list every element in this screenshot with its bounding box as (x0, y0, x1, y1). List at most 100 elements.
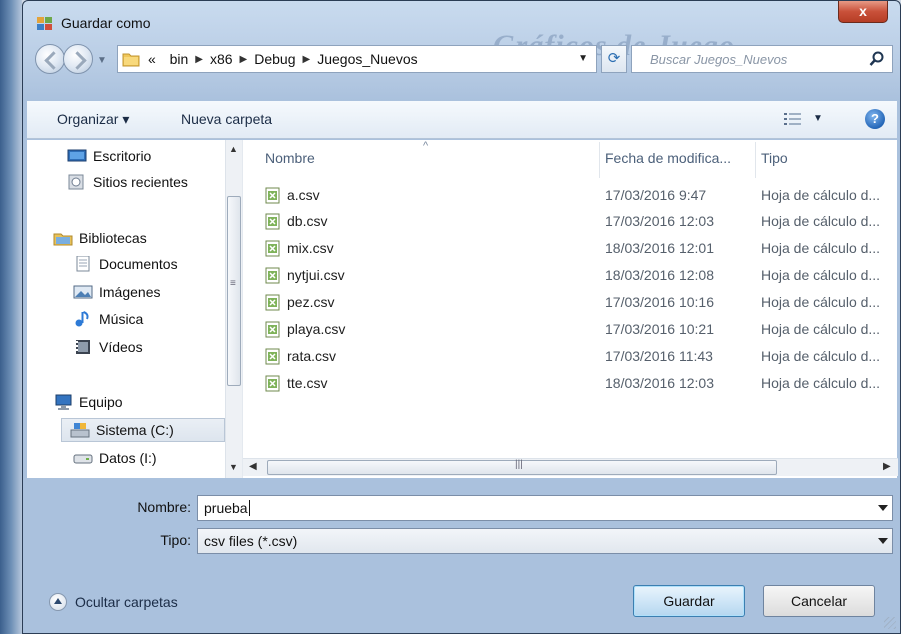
forward-button[interactable] (63, 44, 93, 74)
file-date: 18/03/2016 12:01 (605, 240, 714, 256)
column-header-type[interactable]: Tipo (761, 150, 788, 166)
libraries-icon (53, 233, 73, 246)
scroll-down-icon[interactable]: ▼ (229, 462, 238, 472)
sidebar-item-documentos[interactable]: Documentos (73, 252, 242, 276)
file-row[interactable]: nytjui.csv 18/03/2016 12:08 Hoja de cálc… (243, 264, 898, 288)
sidebar-item-bibliotecas[interactable]: Bibliotecas (53, 226, 242, 250)
sidebar-scrollbar[interactable]: ▲ ≡ ▼ (225, 140, 242, 478)
file-type-select[interactable]: csv files (*.csv) (197, 528, 893, 554)
file-row[interactable]: tte.csv 18/03/2016 12:03 Hoja de cálculo… (243, 372, 898, 396)
desktop-icon (67, 149, 87, 162)
new-folder-button[interactable]: Nueva carpeta (181, 111, 272, 127)
file-name-label: Nombre: (137, 499, 191, 515)
breadcrumb-overflow[interactable]: « (148, 51, 156, 67)
file-date: 18/03/2016 12:08 (605, 267, 714, 283)
column-header-name[interactable]: Nombre (265, 150, 315, 166)
file-name-value: prueba (204, 500, 248, 516)
sidebar-item-equipo[interactable]: Equipo (53, 390, 242, 414)
scrollbar-grip-icon: ||| (515, 459, 523, 470)
chevron-right-icon[interactable]: ▶ (303, 54, 311, 65)
file-row[interactable]: db.csv 17/03/2016 12:03 Hoja de cálculo … (243, 210, 898, 234)
file-row[interactable]: rata.csv 17/03/2016 11:43 Hoja de cálcul… (243, 345, 898, 369)
hide-folders-toggle[interactable]: Ocultar carpetas (49, 593, 178, 611)
view-options-icon[interactable] (783, 111, 803, 127)
file-name: rata.csv (287, 348, 337, 364)
resize-grip-icon[interactable] (884, 617, 896, 629)
file-type-value: csv files (*.csv) (204, 533, 298, 549)
command-toolbar: Organizar ▾ Nueva carpeta ▼ ? (27, 101, 897, 139)
breadcrumb-item-bin[interactable]: bin (170, 51, 189, 67)
file-row[interactable]: pez.csv 17/03/2016 10:16 Hoja de cálculo… (243, 291, 898, 315)
address-bar[interactable]: « bin ▶ x86 ▶ Debug ▶ Juegos_Nuevos ▼ (117, 45, 597, 73)
sidebar-item-sitios-recientes[interactable]: Sitios recientes (67, 170, 242, 194)
organize-menu-button[interactable]: Organizar ▾ (57, 111, 129, 128)
scrollbar-thumb[interactable] (227, 196, 241, 386)
column-header-date[interactable]: Fecha de modifica... (605, 150, 731, 166)
file-date: 17/03/2016 10:16 (605, 294, 714, 310)
file-row[interactable]: mix.csv 18/03/2016 12:01 Hoja de cálculo… (243, 237, 898, 261)
breadcrumb-item-x86[interactable]: x86 (210, 51, 233, 67)
file-name: playa.csv (287, 321, 346, 337)
back-button[interactable] (35, 44, 65, 74)
file-list-horizontal-scrollbar[interactable]: ◀ ||| ▶ (243, 458, 898, 476)
breadcrumb-item-debug[interactable]: Debug (254, 51, 295, 67)
csv-file-icon (265, 240, 280, 257)
search-input[interactable]: Buscar Juegos_Nuevos (631, 45, 893, 73)
sidebar-item-escritorio[interactable]: Escritorio (67, 144, 242, 168)
search-icon[interactable] (869, 51, 885, 67)
sidebar-item-label: Imágenes (99, 284, 161, 300)
file-type: Hoja de cálculo d... (761, 294, 881, 310)
sidebar-item-datos-i[interactable]: Datos (I:) (73, 446, 242, 470)
file-name: nytjui.csv (287, 267, 345, 283)
file-date: 17/03/2016 10:21 (605, 321, 714, 337)
file-name: a.csv (287, 187, 320, 203)
csv-file-icon (265, 375, 280, 392)
chevron-up-icon (49, 593, 67, 611)
folder-icon (122, 53, 140, 67)
sidebar-item-sistema-c[interactable]: Sistema (C:) (61, 418, 225, 442)
save-as-dialog: Guardar como Gráficos de Juego x ▼ « bin… (22, 0, 901, 634)
chevron-right-icon[interactable]: ▶ (240, 54, 248, 65)
close-button[interactable]: x (838, 1, 888, 23)
search-placeholder: Buscar Juegos_Nuevos (650, 52, 788, 67)
sidebar-item-videos[interactable]: Vídeos (73, 335, 242, 359)
column-divider[interactable] (755, 142, 756, 178)
scroll-up-icon[interactable]: ▲ (229, 144, 238, 154)
documents-icon (76, 256, 90, 272)
file-type-dropdown-icon[interactable] (878, 538, 888, 544)
file-name-input[interactable]: prueba (197, 495, 893, 521)
save-button[interactable]: Guardar (633, 585, 745, 617)
save-dialog-icon (37, 17, 52, 30)
csv-file-icon (265, 321, 280, 338)
recent-locations-dropdown-icon[interactable]: ▼ (97, 55, 107, 66)
background-app-strip (0, 0, 22, 634)
chevron-right-icon[interactable]: ▶ (195, 54, 203, 65)
csv-file-icon (265, 294, 280, 311)
navigation-bar: ▼ « bin ▶ x86 ▶ Debug ▶ Juegos_Nuevos ▼ … (23, 41, 900, 77)
file-name-dropdown-icon[interactable] (878, 505, 888, 511)
file-name: mix.csv (287, 240, 334, 256)
file-type: Hoja de cálculo d... (761, 240, 881, 256)
sidebar-item-label: Sitios recientes (93, 174, 188, 190)
address-dropdown-icon[interactable]: ▼ (578, 53, 588, 64)
sidebar-item-imagenes[interactable]: Imágenes (73, 280, 242, 304)
refresh-button[interactable]: ⟳ (601, 45, 627, 73)
file-row[interactable]: a.csv 17/03/2016 9:47 Hoja de cálculo d.… (243, 184, 898, 208)
file-name: pez.csv (287, 294, 335, 310)
view-dropdown-icon[interactable]: ▼ (813, 113, 823, 124)
sidebar-item-label: Equipo (79, 394, 123, 410)
hide-folders-label: Ocultar carpetas (75, 594, 178, 610)
sidebar-item-musica[interactable]: Música (73, 307, 242, 331)
drive-c-icon (70, 423, 90, 438)
scroll-left-icon[interactable]: ◀ (249, 461, 257, 472)
scroll-right-icon[interactable]: ▶ (883, 461, 891, 472)
file-row[interactable]: playa.csv 17/03/2016 10:21 Hoja de cálcu… (243, 318, 898, 342)
breadcrumb-item-juegos-nuevos[interactable]: Juegos_Nuevos (317, 51, 417, 67)
help-icon[interactable]: ? (865, 109, 885, 129)
column-divider[interactable] (599, 142, 600, 178)
cancel-button[interactable]: Cancelar (763, 585, 875, 617)
csv-file-icon (265, 213, 280, 230)
file-date: 17/03/2016 12:03 (605, 213, 714, 229)
file-type: Hoja de cálculo d... (761, 267, 881, 283)
sidebar-item-label: Sistema (C:) (96, 422, 174, 438)
